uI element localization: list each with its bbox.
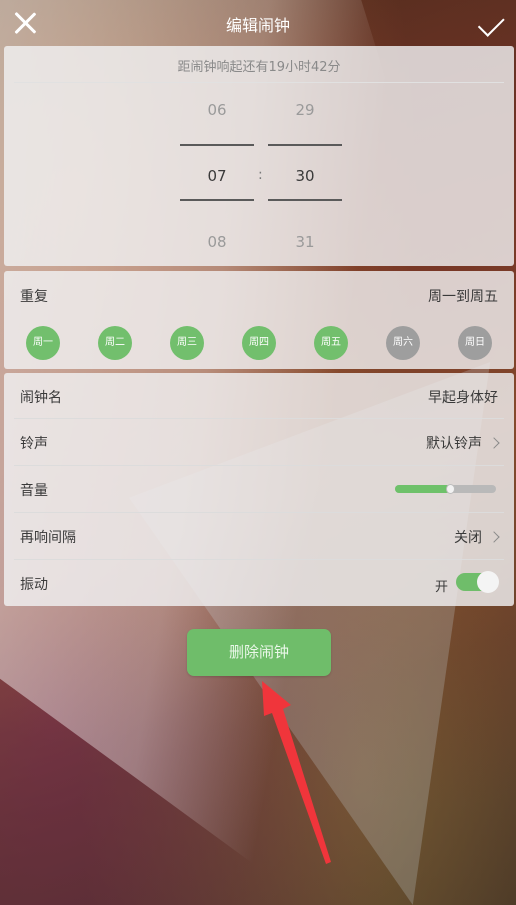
vibrate-label: 振动 [20,577,48,593]
time-picker-card: 距闹钟响起还有19小时42分 06 07 08 : 29 30 31 [4,46,514,266]
day-thu[interactable]: 周四 [242,326,276,360]
vibrate-toggle[interactable] [456,571,499,593]
minute-next[interactable]: 31 [268,233,342,251]
alarm-name-row[interactable]: 闹钟名 早起身体好 [4,373,514,419]
volume-slider-thumb[interactable] [445,484,455,494]
alarm-name-label: 闹钟名 [20,390,62,406]
repeat-card: 重复 周一到周五 周一 周二 周三 周四 周五 周六 周日 [4,271,514,369]
repeat-label: 重复 [20,289,48,305]
minute-current[interactable]: 30 [268,167,342,185]
snooze-value-wrap: 关闭 [454,527,500,547]
chevron-right-icon [488,437,500,449]
toggle-knob [477,571,499,593]
snooze-row[interactable]: 再响间隔 关闭 [4,513,514,559]
time-separator: : [258,167,263,183]
page-title: 编辑闹钟 [225,16,290,35]
divider [14,82,504,83]
ringtone-row[interactable]: 铃声 默认铃声 [4,419,514,465]
settings-card: 闹钟名 早起身体好 铃声 默认铃声 音量 再响间隔 关闭 振动 开 [4,373,514,606]
ringtone-label: 铃声 [20,436,48,452]
repeat-summary: 周一到周五 [428,289,498,305]
selection-line [268,144,342,146]
selection-line [180,199,254,201]
day-wed[interactable]: 周三 [170,326,204,360]
minute-prev[interactable]: 29 [268,101,342,119]
snooze-label: 再响间隔 [20,530,76,546]
hour-current[interactable]: 07 [180,167,254,185]
day-sat[interactable]: 周六 [386,326,420,360]
weekday-selector: 周一 周二 周三 周四 周五 周六 周日 [26,326,496,360]
confirm-check-icon[interactable] [474,6,508,40]
day-sun[interactable]: 周日 [458,326,492,360]
selection-line [268,199,342,201]
alarm-name-value: 早起身体好 [428,390,498,406]
hour-prev[interactable]: 06 [180,101,254,119]
chevron-right-icon [488,531,500,543]
hour-next[interactable]: 08 [180,233,254,251]
vibrate-state-text: 开 [434,580,448,595]
day-fri[interactable]: 周五 [314,326,348,360]
day-mon[interactable]: 周一 [26,326,60,360]
selection-line [180,144,254,146]
volume-slider[interactable] [395,484,496,494]
ringtone-value-wrap: 默认铃声 [426,433,500,453]
volume-slider-fill [395,485,450,493]
ringtone-value: 默认铃声 [426,436,482,452]
snooze-value: 关闭 [454,530,482,546]
top-bar: 编辑闹钟 [0,0,516,46]
delete-alarm-button[interactable]: 删除闹钟 [187,629,331,676]
day-tue[interactable]: 周二 [98,326,132,360]
countdown-text: 距闹钟响起还有19小时42分 [177,60,341,75]
volume-label: 音量 [20,483,48,499]
